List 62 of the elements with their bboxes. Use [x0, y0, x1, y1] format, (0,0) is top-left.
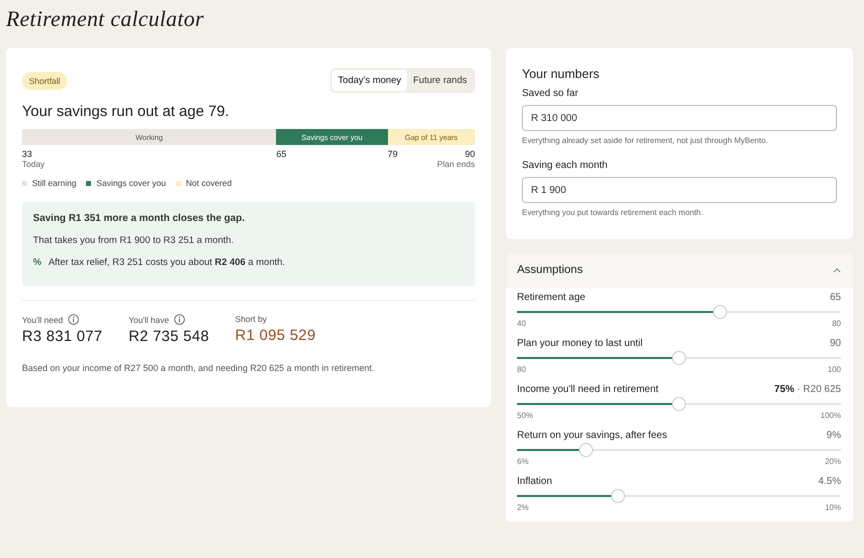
slider-thumb[interactable] — [611, 489, 626, 503]
slider-label: Return on your savings, after fees — [517, 430, 668, 441]
slider-value: 9% — [826, 430, 841, 441]
info-icon[interactable] — [174, 314, 186, 325]
slider-min: 50% — [517, 411, 534, 420]
slider-min: 80 — [517, 365, 526, 374]
tip-text: That takes you from R1 900 to R3 251 a month. — [33, 235, 235, 246]
age-tick: 33 — [22, 149, 34, 159]
input-field[interactable]: R 1 900 — [522, 177, 837, 203]
slider-max: 100% — [820, 411, 841, 420]
age-tick: 79 — [388, 149, 398, 159]
section-title: Your numbers — [522, 67, 600, 81]
slider-min: 2% — [517, 503, 529, 512]
stat-value: R1 095 529 — [235, 327, 316, 344]
slider-label: Retirement age — [517, 292, 586, 303]
slider-min: 6% — [517, 457, 529, 466]
field-help: Everything you put towards retirement each month. — [522, 208, 704, 217]
toggle-option[interactable]: Today's money — [332, 70, 408, 91]
slider-max: 20% — [824, 457, 841, 466]
field-label: Saving each month — [522, 160, 609, 171]
slider-max: 80 — [832, 319, 841, 328]
headline: Your savings run out at age 79. — [22, 103, 230, 120]
slider-thumb[interactable] — [672, 397, 686, 411]
chevron-icon[interactable] — [833, 268, 841, 272]
age-tick: 90 — [464, 149, 475, 159]
tip-title: Saving R1 351 more a month closes the gap. — [33, 213, 246, 224]
footnote: Based on your income of R27 500 a month, and needing R20 625 a month in retirement. — [22, 363, 376, 373]
info-icon[interactable] — [68, 314, 80, 325]
section-title: Assumptions — [517, 264, 583, 276]
slider-label: Inflation — [517, 476, 552, 487]
tick-note: Plan ends — [437, 159, 475, 169]
age-tick: 65 — [276, 149, 286, 159]
tip-note: After tax relief, R3 251 costs you about R2 406 a month. — [48, 257, 286, 268]
legend-label: Savings cover you — [96, 178, 166, 188]
input-field[interactable]: R 310 000 — [522, 105, 837, 131]
field-label: Saved so far — [522, 88, 580, 99]
slider-value: 90 — [830, 338, 841, 349]
tick-note: Today — [22, 159, 45, 169]
slider-value: 65 — [830, 292, 841, 303]
slider-thumb[interactable] — [672, 351, 686, 365]
status-badge: Shortfall — [22, 72, 68, 90]
slider-max: 10% — [824, 503, 841, 512]
legend-label: Still earning — [32, 178, 76, 188]
percent-icon: % — [33, 257, 42, 268]
slider-label: Plan your money to last until — [517, 338, 643, 349]
legend-label: Not covered — [186, 178, 232, 188]
stat-value: R2 735 548 — [128, 328, 210, 345]
slider-value: 75% · R20 625 — [774, 384, 841, 395]
slider-min: 40 — [517, 319, 526, 328]
page-title: Retirement calculator — [5, 5, 205, 33]
slider-max: 100 — [828, 365, 841, 374]
field-help: Everything already set aside for retirement, not just through MyBento. — [522, 136, 769, 145]
slider-label: Income you'll need in retirement — [517, 384, 658, 395]
slider-value: 4.5% — [818, 476, 841, 487]
toggle-option[interactable]: Future rands — [407, 70, 473, 91]
slider-thumb[interactable] — [579, 443, 594, 457]
stat-label: You'll need — [22, 314, 64, 324]
assumptions-header[interactable]: Assumptions — [506, 254, 853, 288]
stat-value: R3 831 077 — [22, 328, 103, 345]
slider-thumb[interactable] — [712, 305, 726, 319]
stat-label: Short by — [235, 314, 267, 324]
stat-label: You'll have — [128, 314, 170, 324]
